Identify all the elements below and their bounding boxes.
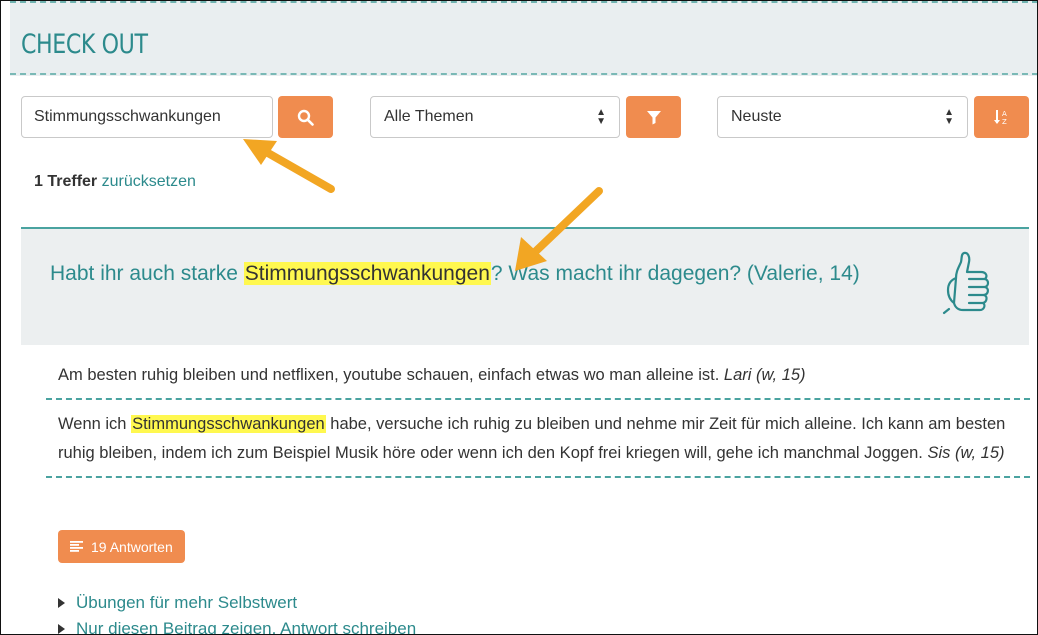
caret-right-icon (58, 598, 65, 608)
search-highlight: Stimmungsschwankungen (243, 262, 491, 285)
related-link[interactable]: Nur diesen Beitrag zeigen. Antwort schre… (76, 616, 416, 634)
answer-text-start: Wenn ich (58, 415, 132, 433)
responses-button[interactable]: 19 Antworten (58, 530, 185, 563)
svg-text:Z: Z (1002, 118, 1007, 126)
answer-item: Wenn ich Stimmungsschwankungen habe, ver… (58, 400, 1028, 476)
answer-item: Am besten ruhig bleiben und netflixen, y… (58, 353, 1028, 398)
page-frame: CHECK OUT Alle Themen ▲▼ Neuste ▲▼ A Z 1… (0, 0, 1038, 635)
answer-text: Am besten ruhig bleiben und netflixen, y… (58, 366, 724, 384)
filter-icon (646, 111, 661, 125)
sort-select-value: Neuste (731, 108, 782, 125)
question-text-end: ? Was macht ihr dagegen? (Valerie, 14) (490, 262, 860, 285)
select-caret-icon: ▲ ▼ (944, 107, 954, 127)
list-icon (70, 541, 83, 552)
select-caret-icon: ▲ ▼ (596, 107, 606, 127)
results-count: 1 Treffer (34, 173, 98, 190)
thumbs-up-icon (942, 251, 990, 315)
header-divider (10, 73, 1037, 75)
answer-divider (46, 476, 1030, 478)
caret-right-icon (58, 624, 65, 634)
search-highlight: Stimmungsschwankungen (131, 415, 326, 433)
answers-list: Am besten ruhig bleiben und netflixen, y… (46, 353, 1030, 478)
topic-select[interactable]: Alle Themen ▲ ▼ (370, 96, 620, 138)
related-link[interactable]: Übungen für mehr Selbstwert (76, 590, 297, 616)
question-card: Habt ihr auch starke Stimmungsschwankung… (21, 227, 1029, 345)
page-header: CHECK OUT (10, 1, 1037, 76)
related-link-item[interactable]: Übungen für mehr Selbstwert (58, 590, 416, 616)
answer-author: Sis (w, 15) (927, 444, 1005, 462)
related-links: Übungen für mehr Selbstwert Nur diesen B… (58, 590, 416, 634)
responses-button-label: 19 Antworten (91, 538, 173, 555)
annotation-arrow-search (243, 139, 335, 193)
sort-alpha-icon: A Z (993, 110, 1007, 126)
reset-link[interactable]: zurücksetzen (102, 173, 196, 190)
question-text[interactable]: Habt ihr auch starke Stimmungsschwankung… (50, 259, 910, 289)
search-icon (297, 109, 314, 126)
answer-author: Lari (w, 15) (723, 366, 806, 384)
results-summary: 1 Treffer zurücksetzen (34, 173, 196, 191)
search-button[interactable] (278, 96, 333, 138)
topic-select-value: Alle Themen (384, 108, 474, 125)
sort-select[interactable]: Neuste ▲ ▼ (717, 96, 968, 138)
page-title: CHECK OUT (21, 29, 148, 60)
related-link-item[interactable]: Nur diesen Beitrag zeigen. Antwort schre… (58, 616, 416, 634)
search-input[interactable] (21, 96, 273, 138)
svg-text:A: A (1002, 110, 1007, 118)
sort-order-button[interactable]: A Z (974, 96, 1029, 138)
filter-button[interactable] (626, 96, 681, 138)
question-text-start: Habt ihr auch starke (50, 262, 244, 285)
